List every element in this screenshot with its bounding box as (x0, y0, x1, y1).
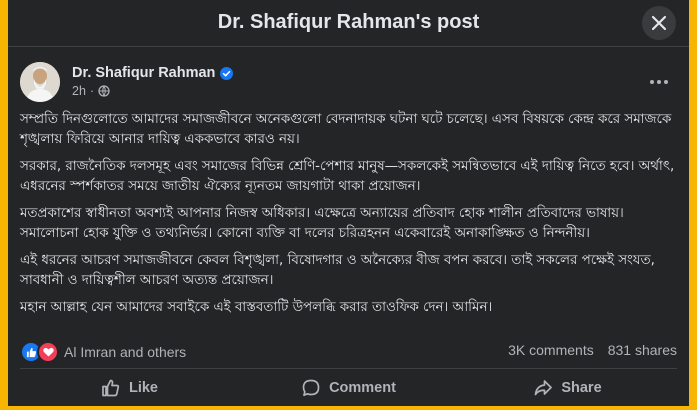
post-actions: Like Comment Share (20, 372, 677, 404)
verified-badge-icon (220, 66, 234, 80)
post-stats: Al Imran and others 3K comments 831 shar… (20, 340, 677, 363)
close-icon (651, 15, 667, 31)
comment-button[interactable]: Comment (239, 372, 458, 404)
share-button[interactable]: Share (458, 372, 677, 404)
avatar-image (20, 62, 60, 102)
globe-icon (98, 85, 110, 97)
post-time[interactable]: 2h (72, 84, 86, 98)
comment-icon (302, 379, 320, 397)
comment-label: Comment (329, 380, 396, 396)
dialog-header: Dr. Shafiqur Rahman's post (8, 0, 689, 47)
divider (20, 368, 677, 369)
share-icon (534, 380, 553, 396)
post-header: Dr. Shafiqur Rahman 2h · (20, 62, 677, 102)
like-label: Like (128, 380, 158, 396)
share-label: Share (561, 380, 602, 396)
post-dialog: Dr. Shafiqur Rahman's post Dr. Shafiqur … (8, 0, 689, 406)
post-paragraph: সম্প্রতি দিনগুলোতে আমাদের সমাজজীবনে অনেক… (20, 112, 672, 147)
post-body: সম্প্রতি দিনগুলোতে আমাদের সমাজজীবনে অনেক… (20, 110, 680, 325)
close-button[interactable] (642, 6, 676, 40)
more-options-icon (650, 80, 668, 84)
avatar[interactable] (20, 62, 60, 102)
reactors-text[interactable]: Al Imran and others (64, 344, 186, 360)
comments-count[interactable]: 3K comments (508, 342, 594, 358)
post-paragraph: সরকার, রাজনৈতিক দলসমূহ এবং সমাজের বিভিন্… (20, 159, 675, 194)
post-paragraph: মতপ্রকাশের স্বাধীনতা অবশ্যই আপনার নিজস্ব… (20, 206, 624, 241)
like-button[interactable]: Like (20, 372, 239, 404)
love-reaction-icon (37, 341, 59, 363)
shares-count[interactable]: 831 shares (608, 342, 677, 358)
meta-separator: · (89, 84, 95, 98)
dialog-title: Dr. Shafiqur Rahman's post (217, 11, 480, 33)
reaction-summary[interactable]: Al Imran and others (20, 341, 186, 363)
author-name[interactable]: Dr. Shafiqur Rahman (72, 65, 215, 81)
more-options-button[interactable] (649, 70, 669, 89)
like-icon (102, 379, 120, 397)
post-paragraph: মহান আল্লাহ যেন আমাদের সবাইকে এই বাস্তবত… (20, 300, 493, 315)
post-paragraph: এই ধরনের আচরণ সমাজজীবনে কেবল বিশৃঙ্খলা, … (20, 253, 655, 288)
